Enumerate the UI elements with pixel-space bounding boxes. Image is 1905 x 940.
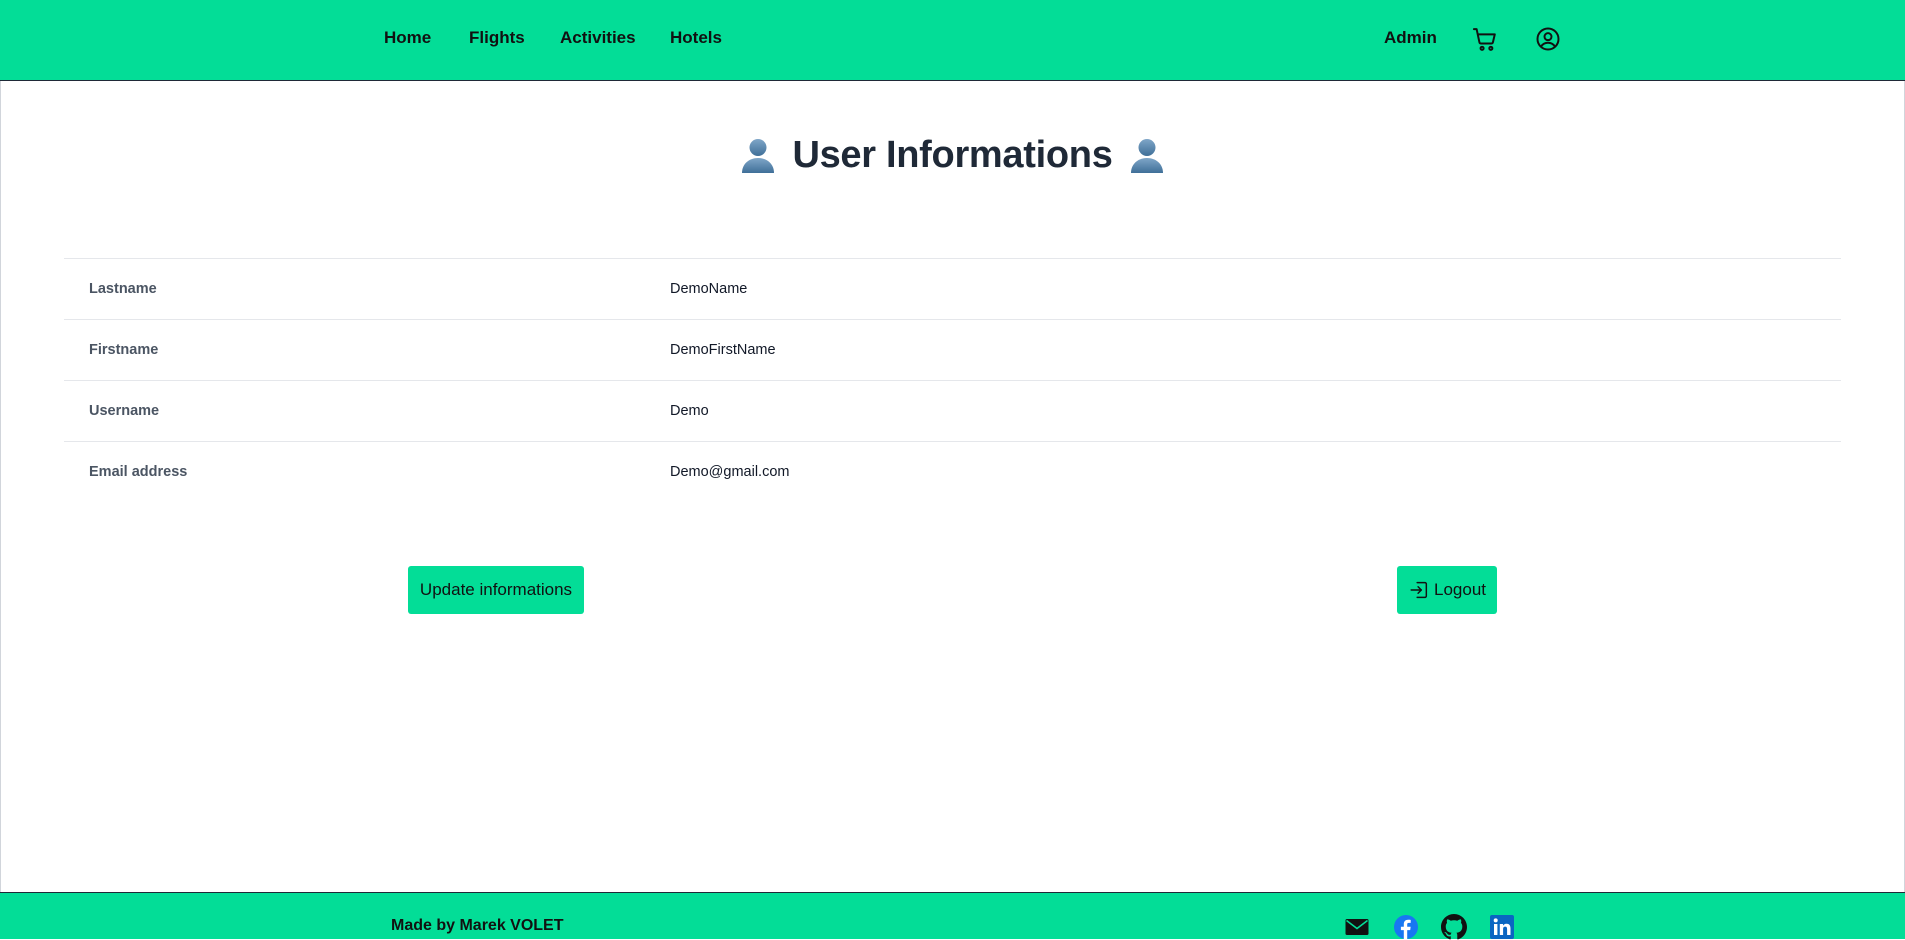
info-row-lastname: Lastname DemoName: [64, 259, 1841, 320]
field-value: DemoName: [670, 281, 748, 297]
footer: Made by Marek VOLET: [0, 892, 1905, 940]
logout-label: Logout: [1434, 580, 1486, 599]
nav-link-admin[interactable]: Admin: [1384, 28, 1437, 48]
field-label: Firstname: [89, 342, 159, 358]
github-icon[interactable]: [1441, 914, 1467, 940]
shopping-cart-icon[interactable]: [1471, 25, 1499, 53]
bust-in-silhouette-icon: [738, 135, 778, 175]
linkedin-icon[interactable]: [1489, 914, 1515, 940]
field-label: Lastname: [89, 281, 157, 297]
page-title-row: User Informations: [0, 128, 1905, 182]
bust-in-silhouette-icon: [1127, 135, 1167, 175]
nav-link-home[interactable]: Home: [384, 28, 431, 48]
field-label: Username: [89, 403, 160, 419]
mail-icon[interactable]: [1344, 914, 1370, 940]
field-value: Demo@gmail.com: [670, 464, 790, 480]
nav-link-hotels[interactable]: Hotels: [670, 28, 722, 48]
user-info-table: Lastname DemoName Firstname DemoFirstNam…: [64, 258, 1841, 503]
info-row-email: Email address Demo@gmail.com: [64, 442, 1841, 503]
login-arrow-icon: [1408, 579, 1430, 601]
logout-button[interactable]: Logout: [1397, 566, 1497, 614]
user-circle-icon[interactable]: [1534, 25, 1562, 53]
footer-credit: Made by Marek VOLET: [391, 917, 564, 934]
page-title: User Informations: [792, 133, 1113, 176]
top-navbar: Home Flights Activities Hotels Admin: [0, 0, 1905, 81]
field-value: DemoFirstName: [670, 342, 776, 358]
info-row-firstname: Firstname DemoFirstName: [64, 320, 1841, 381]
facebook-icon[interactable]: [1393, 914, 1419, 940]
update-informations-button[interactable]: Update informations: [408, 566, 584, 614]
nav-link-activities[interactable]: Activities: [560, 28, 636, 48]
nav-link-flights[interactable]: Flights: [469, 28, 525, 48]
field-value: Demo: [670, 403, 709, 419]
info-row-username: Username Demo: [64, 381, 1841, 442]
field-label: Email address: [89, 464, 188, 480]
